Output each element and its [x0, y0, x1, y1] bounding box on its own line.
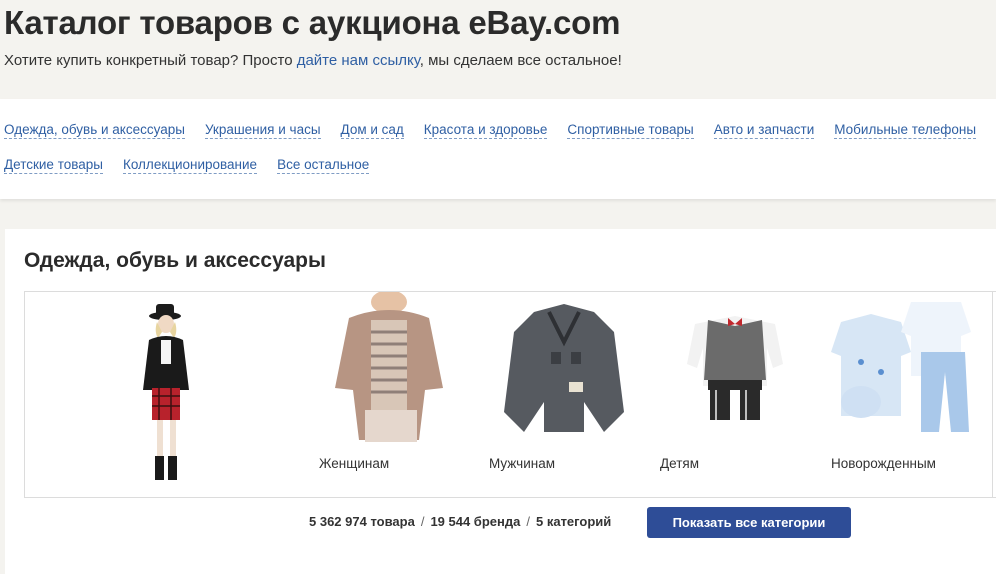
newborn-clothes-photo: [831, 302, 971, 432]
page-header: Каталог товаров с аукциона eBay.com Хоти…: [0, 0, 996, 98]
stats-categories: 5 категорий: [535, 514, 612, 529]
nav-link-jewelry[interactable]: Украшения и часы: [204, 122, 321, 139]
nav-link-auto[interactable]: Авто и запчасти: [713, 122, 815, 139]
clothing-section: Одежда, обувь и аксессуары Женщинам Мужч…: [5, 229, 996, 574]
tile-women[interactable]: Женщинам: [309, 292, 480, 497]
stats-items: 5 362 974 товара: [309, 514, 415, 529]
subtitle-text-before: Хотите купить конкретный товар? Просто: [4, 52, 297, 69]
nav-link-beauty[interactable]: Красота и здоровье: [423, 122, 548, 139]
nav-link-collectibles[interactable]: Коллекционирование: [122, 157, 258, 174]
stats-separator: /: [420, 514, 425, 529]
tile-featured[interactable]: [25, 292, 310, 497]
stats-brands: 19 544 бренда: [430, 514, 521, 529]
subtitle-text-after: , мы сделаем все остальное!: [419, 52, 622, 69]
nav-link-clothing[interactable]: Одежда, обувь и аксессуары: [4, 122, 185, 139]
catalog-stats: 5 362 974 товара / 19 544 бренда / 5 категор…: [309, 514, 611, 529]
nav-link-phones[interactable]: Мобильные телефоны: [834, 122, 977, 139]
tile-kids[interactable]: Детям: [650, 292, 822, 497]
tile-men[interactable]: Мужчинам: [479, 292, 651, 497]
tile-label-kids: Детям: [660, 456, 699, 471]
women-cardigan-photo: [335, 292, 443, 442]
give-link-link[interactable]: дайте нам ссылку: [297, 52, 420, 69]
nav-link-home-garden[interactable]: Дом и сад: [340, 122, 404, 139]
tile-label-men: Мужчинам: [489, 456, 555, 471]
tile-label-newborns: Новорожденным: [831, 456, 936, 471]
nav-link-everything-else[interactable]: Все остальное: [277, 157, 370, 174]
nav-link-kids[interactable]: Детские товары: [4, 157, 103, 174]
stats-separator: /: [526, 514, 530, 529]
category-tiles: Женщинам Мужчинам Детям Новорожденным: [24, 291, 996, 498]
category-nav-row-1: Одежда, обувь и аксессуары Украшения и ч…: [4, 122, 996, 139]
show-all-categories-button[interactable]: Показать все категории: [647, 507, 851, 538]
tile-label-women: Женщинам: [319, 456, 390, 471]
tile-newborns[interactable]: Новорожденным: [821, 292, 993, 497]
page-title: Каталог товаров с аукциона eBay.com: [4, 4, 621, 41]
category-nav: Одежда, обувь и аксессуары Украшения и ч…: [0, 99, 996, 199]
category-nav-row-2: Детские товары Коллекционирование Все ос…: [4, 157, 389, 174]
page-subtitle: Хотите купить конкретный товар? Просто д…: [4, 52, 622, 69]
woman-in-hat-outfit-photo: [143, 304, 189, 480]
section-title: Одежда, обувь и аксессуары: [24, 249, 326, 272]
nav-link-sports[interactable]: Спортивные товары: [567, 122, 694, 139]
men-jacket-photo: [504, 304, 624, 432]
kids-suit-photo: [687, 316, 783, 420]
